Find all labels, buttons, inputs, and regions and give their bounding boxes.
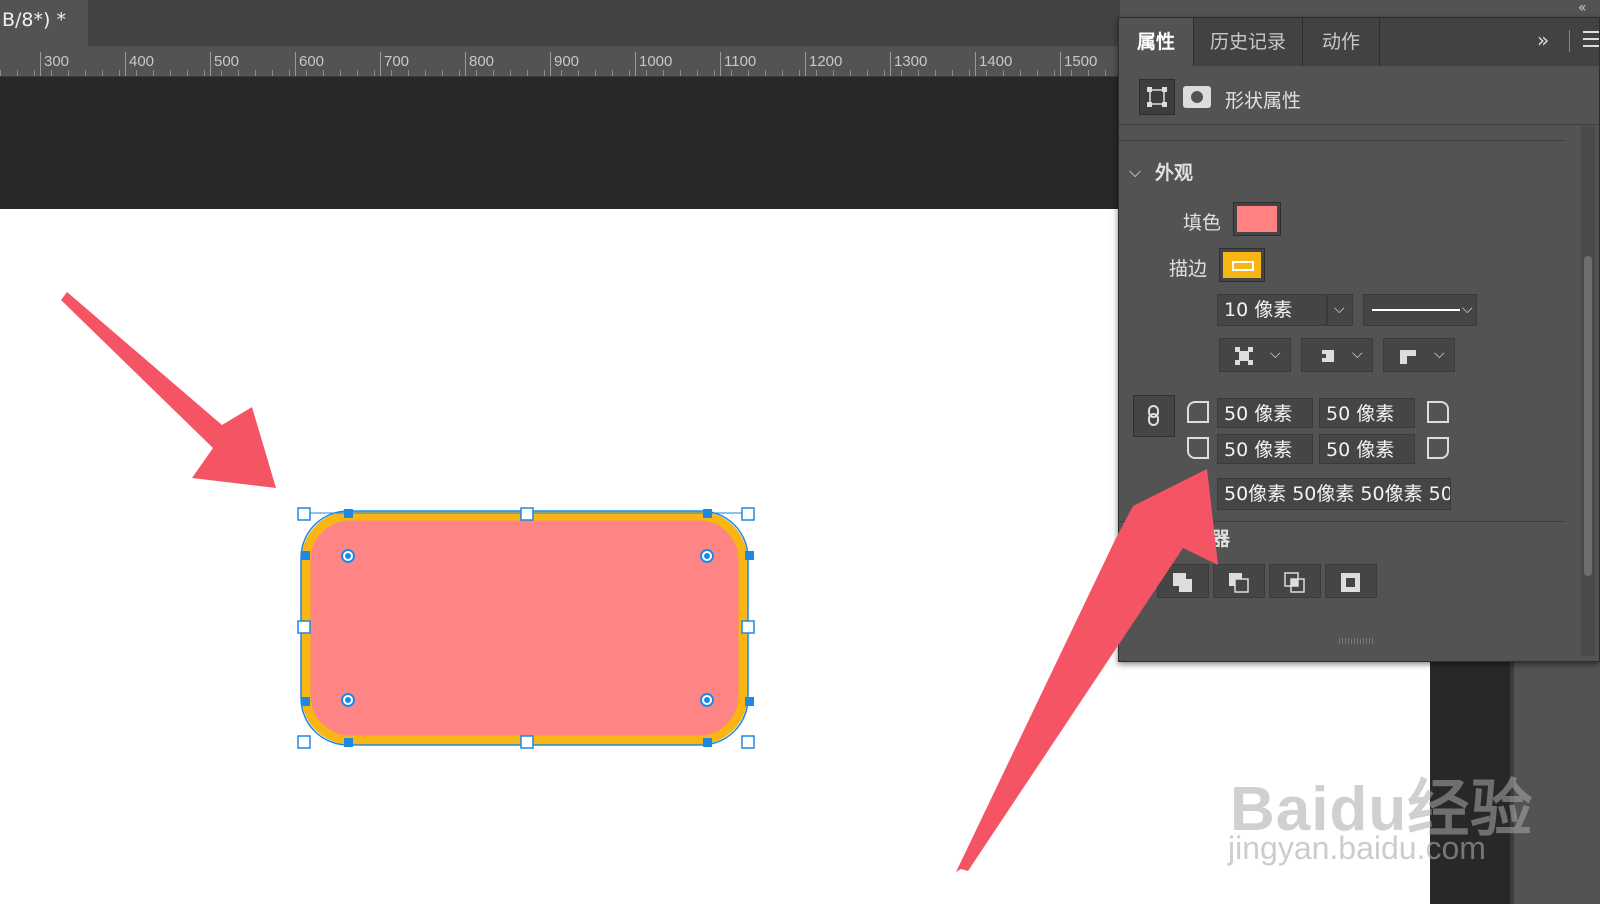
panel-tab-bar: 属性 历史记录 动作 » xyxy=(1119,18,1599,66)
properties-panel: 属性 历史记录 动作 » 形状属性 ⌵ 外观 填色 描边 10 像素 ⌵ ⌵ ⌵… xyxy=(1118,17,1600,662)
line-join-icon xyxy=(1400,350,1416,364)
divider xyxy=(1119,140,1565,141)
tab-properties[interactable]: 属性 xyxy=(1119,18,1193,66)
stroke-label: 描边 xyxy=(1169,258,1208,280)
panel-header-title: 形状属性 xyxy=(1225,90,1302,112)
exclude-button[interactable] xyxy=(1325,564,1377,598)
tab-actions[interactable]: 动作 xyxy=(1303,18,1379,66)
scrollbar-track[interactable] xyxy=(1581,126,1595,656)
corner-top-left-icon xyxy=(1187,401,1209,423)
intersect-icon xyxy=(1284,572,1305,593)
corner-radius-bottom-right-input[interactable]: 50 像素 xyxy=(1319,434,1415,464)
unite-shapes-button[interactable] xyxy=(1157,564,1209,598)
corner-radius-top-left-input[interactable]: 50 像素 xyxy=(1217,398,1313,428)
stroke-align-dropdown[interactable]: ⌵ xyxy=(1219,338,1291,372)
expand-panels-icon[interactable]: » xyxy=(1537,28,1549,52)
align-stroke-icon xyxy=(1235,347,1253,365)
corner-bottom-right-icon xyxy=(1427,437,1449,459)
mask-icon[interactable] xyxy=(1183,86,1211,108)
minus-front-icon xyxy=(1229,573,1249,593)
panel-menu-icon[interactable] xyxy=(1583,31,1599,47)
stroke-type-dropdown[interactable]: ⌵ xyxy=(1363,294,1477,326)
corner-radius-bottom-left-input[interactable]: 50 像素 xyxy=(1217,434,1313,464)
stroke-color-swatch[interactable] xyxy=(1219,248,1265,282)
resize-grip[interactable] xyxy=(1339,638,1373,644)
rounded-rectangle-shape[interactable] xyxy=(301,511,748,745)
divider xyxy=(1119,521,1565,522)
divider xyxy=(1119,124,1599,125)
unite-icon xyxy=(1173,573,1192,592)
corner-radius-summary-input[interactable]: 50像素 50像素 50像素 501 xyxy=(1217,478,1451,510)
divider xyxy=(1379,18,1380,66)
stroke-join-dropdown[interactable]: ⌵ xyxy=(1383,338,1455,372)
stroke-cap-dropdown[interactable]: ⌵ xyxy=(1301,338,1373,372)
fill-label: 填色 xyxy=(1183,212,1222,234)
scrollbar-thumb[interactable] xyxy=(1584,256,1592,576)
link-icon xyxy=(1148,405,1159,426)
fill-color-swatch[interactable] xyxy=(1233,202,1281,236)
link-corners-button[interactable] xyxy=(1133,395,1175,437)
appearance-section-title[interactable]: 外观 xyxy=(1155,158,1193,185)
watermark-url: jingyan.baidu.com xyxy=(1228,830,1486,866)
line-cap-icon xyxy=(1318,350,1334,362)
corner-top-right-icon xyxy=(1427,401,1449,423)
pathfinder-buttons xyxy=(1157,564,1383,598)
intersect-button[interactable] xyxy=(1269,564,1321,598)
stroke-width-dropdown[interactable]: ⌵ xyxy=(1327,294,1353,326)
stroke-width-input[interactable]: 10 像素 xyxy=(1217,294,1327,326)
tab-history[interactable]: 历史记录 xyxy=(1194,18,1302,66)
chevron-down-icon[interactable]: ⌵ xyxy=(1129,533,1141,553)
corner-radius-top-right-input[interactable]: 50 像素 xyxy=(1319,398,1415,428)
chevron-down-icon[interactable]: ⌵ xyxy=(1129,162,1141,182)
divider xyxy=(1569,30,1570,52)
pathfinder-section-title[interactable]: 查找器 xyxy=(1173,524,1230,551)
minus-front-button[interactable] xyxy=(1213,564,1265,598)
corner-bottom-left-icon xyxy=(1187,437,1209,459)
shape-transform-icon[interactable] xyxy=(1139,79,1175,115)
exclude-icon xyxy=(1341,573,1360,592)
